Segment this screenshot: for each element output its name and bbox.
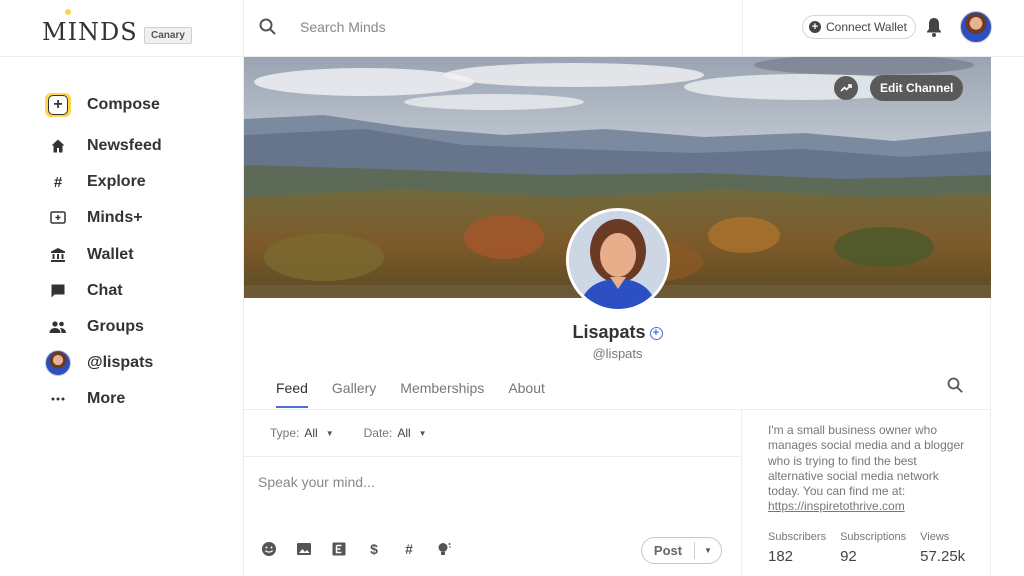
stat-value: 92 xyxy=(840,548,857,565)
more-icon xyxy=(40,387,76,411)
type-filter-label: Type: xyxy=(270,426,300,440)
sidebar-item-label: Explore xyxy=(87,173,146,191)
sidebar-item-label: Groups xyxy=(87,318,144,336)
bulb-icon xyxy=(65,9,71,15)
bell-icon[interactable] xyxy=(924,16,944,38)
filter-divider xyxy=(244,456,741,457)
minds-plus-icon xyxy=(40,206,76,230)
stat-value: 57.25k xyxy=(920,548,966,565)
profile-name: Lisapats + xyxy=(244,322,991,343)
column-divider xyxy=(741,410,742,576)
profile-handle: @lispats xyxy=(592,346,643,361)
stat-value: 182 xyxy=(768,548,794,565)
analytics-button[interactable] xyxy=(834,76,858,100)
hashtag-icon: # xyxy=(53,173,63,191)
tab-gallery[interactable]: Gallery xyxy=(332,380,376,408)
caret-down-icon: ▼ xyxy=(418,428,427,438)
stat-subscriptions[interactable]: Subscriptions 92 xyxy=(840,531,906,565)
sidebar-item-newsfeed[interactable]: Newsfeed xyxy=(40,128,240,164)
sidebar-item-minds-plus[interactable]: Minds+ xyxy=(40,200,240,236)
post-button-label: Post xyxy=(653,543,683,558)
plus-icon: + xyxy=(809,21,821,33)
sidebar-item-profile[interactable]: @lispats xyxy=(40,345,240,381)
blog-icon[interactable] xyxy=(330,540,348,558)
trending-icon xyxy=(840,84,852,92)
channel-stats: Subscribers 182 Subscriptions 92 Views 5… xyxy=(768,531,979,565)
sidebar-item-label: Newsfeed xyxy=(87,137,162,155)
connect-wallet-button[interactable]: + Connect Wallet xyxy=(802,15,916,39)
caret-down-icon: ▼ xyxy=(325,428,334,438)
bio-text: I'm a small business owner who manages s… xyxy=(768,423,965,499)
date-filter[interactable]: Date: All ▼ xyxy=(364,426,427,440)
search-icon[interactable] xyxy=(258,17,278,37)
sidebar-item-more[interactable]: More xyxy=(40,381,240,417)
sidebar-item-groups[interactable]: Groups xyxy=(40,309,240,345)
sidebar-nav: + Compose Newsfeed # Explore Minds+ Wall… xyxy=(40,84,240,418)
stat-label: Subscriptions xyxy=(840,531,907,543)
stat-label: Subscribers xyxy=(768,531,827,543)
sidebar-item-label: Compose xyxy=(87,96,160,113)
sidebar-item-explore[interactable]: # Explore xyxy=(40,164,240,200)
chat-icon xyxy=(40,279,76,303)
composer-input[interactable] xyxy=(258,472,718,492)
idea-icon[interactable] xyxy=(435,540,453,558)
sidebar-item-label: Minds+ xyxy=(87,209,143,227)
home-icon xyxy=(40,134,76,158)
stat-subscribers[interactable]: Subscribers 182 xyxy=(768,531,826,565)
minds-logo[interactable]: MINDS xyxy=(42,9,138,46)
tab-about[interactable]: About xyxy=(508,380,545,408)
emoji-icon[interactable] xyxy=(260,540,278,558)
image-icon[interactable] xyxy=(295,540,313,558)
sidebar-item-compose[interactable]: + Compose xyxy=(40,84,240,126)
connect-wallet-label: Connect Wallet xyxy=(826,20,907,34)
bio-link[interactable]: https://inspiretothrive.com xyxy=(768,499,973,514)
date-filter-label: Date: xyxy=(363,426,393,440)
plus-badge-icon[interactable]: + xyxy=(649,327,663,340)
sidebar-item-chat[interactable]: Chat xyxy=(40,273,240,309)
avatar xyxy=(40,350,76,377)
sidebar-item-label: Wallet xyxy=(87,245,134,263)
logo-area: MINDS Canary xyxy=(0,0,243,57)
type-filter-value: All xyxy=(304,426,318,440)
hashtag-icon[interactable]: # xyxy=(400,540,418,558)
channel-bio: I'm a small business owner who manages s… xyxy=(768,423,973,515)
right-border xyxy=(990,298,991,576)
user-avatar-menu[interactable] xyxy=(960,11,992,43)
sidebar-item-label: Chat xyxy=(87,281,123,299)
caret-down-icon[interactable]: ▼ xyxy=(695,546,721,555)
dollar-icon[interactable]: $ xyxy=(365,540,383,558)
channel-search-icon[interactable] xyxy=(946,376,964,394)
compose-icon: + xyxy=(40,93,76,117)
tab-memberships[interactable]: Memberships xyxy=(400,380,484,408)
canary-badge: Canary xyxy=(144,27,192,44)
channel-tabs: Feed Gallery Memberships About xyxy=(276,380,569,408)
tab-feed[interactable]: Feed xyxy=(276,380,308,408)
topbar: + Connect Wallet xyxy=(244,0,1024,57)
composer-toolbar: $ # xyxy=(260,540,470,558)
edit-channel-button[interactable]: Edit Channel xyxy=(870,75,964,101)
feed-filters: Type: All ▼ Date: All ▼ xyxy=(270,426,457,440)
date-filter-value: All xyxy=(397,426,411,440)
profile-avatar[interactable] xyxy=(566,208,670,312)
topbar-divider xyxy=(742,0,743,57)
post-button[interactable]: Post ▼ xyxy=(641,537,722,564)
stat-label: Views xyxy=(920,531,950,543)
groups-icon xyxy=(40,315,76,339)
stat-views: Views 57.25k xyxy=(920,531,965,565)
type-filter[interactable]: Type: All ▼ xyxy=(270,426,334,440)
search-input[interactable] xyxy=(300,14,680,40)
tabs-divider xyxy=(244,409,991,410)
bank-icon xyxy=(40,243,76,267)
sidebar-item-label: @lispats xyxy=(87,354,154,372)
sidebar-item-wallet[interactable]: Wallet xyxy=(40,237,240,273)
sidebar-item-label: More xyxy=(87,390,126,408)
